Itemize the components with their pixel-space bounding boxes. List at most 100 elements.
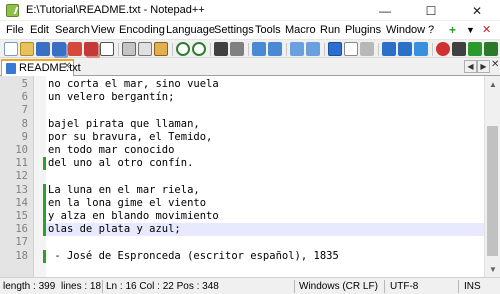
copy-icon[interactable] [138, 42, 152, 56]
toolbar-separator [118, 43, 119, 56]
paste-icon[interactable] [154, 42, 168, 56]
stop-recording-icon[interactable] [452, 42, 466, 56]
vertical-scrollbar[interactable]: ▲ ▼ [484, 76, 500, 277]
editor-line[interactable]: 8 bajel pirata que llaman, [0, 118, 500, 131]
status-separator [384, 280, 385, 293]
scrollbar-thumb[interactable] [487, 126, 498, 256]
line-number: 6 [21, 91, 28, 104]
new-tab-plus-icon[interactable]: + [449, 23, 456, 37]
menu-encoding[interactable]: Encoding [119, 24, 165, 36]
scroll-down-arrow[interactable]: ▼ [485, 261, 500, 277]
redo-icon[interactable] [192, 42, 206, 56]
editor-line[interactable]: 5 no corta el mar, sino vuela [0, 78, 500, 91]
cut-icon[interactable] [122, 42, 136, 56]
scroll-up-arrow[interactable]: ▲ [485, 76, 500, 92]
save-all-icon[interactable] [52, 42, 66, 56]
show-all-characters-icon[interactable] [344, 42, 358, 56]
change-history-marker [43, 210, 46, 223]
line-text[interactable]: - José de Espronceda (escritor español),… [48, 250, 338, 263]
line-number: 17 [15, 236, 28, 249]
word-wrap-icon[interactable] [328, 42, 342, 56]
close-button[interactable]: ✕ [454, 0, 500, 21]
print-icon[interactable] [100, 42, 114, 56]
status-lines: lines : 18 [61, 281, 102, 292]
status-length: length : 399 [3, 281, 56, 292]
tab-scroll-right-button[interactable]: ▶ [477, 60, 490, 73]
replace-icon[interactable] [230, 42, 244, 56]
menu-settings[interactable]: Settings [214, 24, 254, 36]
line-number: 12 [15, 170, 28, 183]
run-macro-multiple-icon[interactable] [484, 42, 498, 56]
editor-line[interactable]: 14 en la lona gime el viento [0, 196, 500, 210]
line-text[interactable]: olas de plata y azul; [48, 223, 181, 236]
menu-view[interactable]: View [91, 24, 115, 36]
close-all-icon[interactable] [84, 42, 98, 56]
editor-line[interactable]: 17 [0, 236, 500, 249]
toolbar-separator [286, 43, 287, 56]
change-history-marker [43, 157, 46, 171]
menu-search[interactable]: Search [55, 24, 90, 36]
editor-line[interactable]: 13 La luna en el mar riela, [0, 183, 500, 197]
tab-scroll-left-button[interactable]: ◀ [464, 60, 477, 73]
menu-tools[interactable]: Tools [255, 24, 281, 36]
line-text[interactable]: La luna en el mar riela, [48, 184, 200, 197]
line-text[interactable]: no corta el mar, sino vuela [48, 78, 219, 91]
menu-language[interactable]: Language [166, 24, 215, 36]
menu-window[interactable]: Window [386, 24, 425, 36]
line-text[interactable]: del uno al otro confín. [48, 157, 193, 170]
document-map-icon[interactable] [382, 42, 396, 56]
menu-bar: File Edit Search View Encoding Language … [0, 21, 500, 39]
toolbar-separator [210, 43, 211, 56]
menu-plugins[interactable]: Plugins [345, 24, 381, 36]
folder-as-workspace-icon[interactable] [414, 42, 428, 56]
tab-list-dropdown-icon[interactable]: ▼ [466, 25, 475, 35]
menu-file[interactable]: File [6, 24, 24, 36]
editor-line[interactable]: 15 y alza en blando movimiento [0, 210, 500, 223]
menu-edit[interactable]: Edit [30, 24, 49, 36]
line-text[interactable]: en la lona gime el viento [48, 197, 206, 210]
undo-icon[interactable] [176, 42, 190, 56]
open-file-icon[interactable] [20, 42, 34, 56]
tab-readme[interactable]: README.txt ✕ [1, 59, 81, 77]
minimize-button[interactable]: — [362, 0, 408, 21]
line-text[interactable]: un velero bergantín; [48, 91, 174, 104]
save-icon[interactable] [36, 42, 50, 56]
notepad-plus-plus-icon [6, 4, 19, 17]
editor-line[interactable]: 18 - José de Espronceda (escritor españo… [0, 249, 500, 263]
line-text[interactable]: y alza en blando movimiento [48, 210, 219, 223]
line-text[interactable]: en todo mar conocido [48, 144, 174, 157]
editor-line[interactable]: 16 olas de plata y azul; [0, 223, 500, 237]
indent-guide-icon[interactable] [360, 42, 374, 56]
toolbar-separator [378, 43, 379, 56]
tab-close-icon[interactable]: ✕ [63, 61, 71, 72]
close-file-icon[interactable] [68, 42, 82, 56]
zoom-out-icon[interactable] [268, 42, 282, 56]
sync-horizontal-icon[interactable] [306, 42, 320, 56]
close-tab-icon[interactable]: ✕ [491, 59, 499, 70]
line-number: 18 [15, 249, 28, 262]
close-document-icon[interactable]: ✕ [482, 23, 491, 36]
line-number: 14 [15, 196, 28, 209]
toolbar-separator [172, 43, 173, 56]
maximize-button[interactable]: ☐ [408, 0, 454, 21]
menu-macro[interactable]: Macro [285, 24, 316, 36]
editor-line[interactable]: 9 por su bravura, el Temido, [0, 131, 500, 144]
menu-help[interactable]: ? [428, 24, 434, 36]
editor-line[interactable]: 12 [0, 170, 500, 183]
record-macro-icon[interactable] [436, 42, 450, 56]
find-icon[interactable] [214, 42, 228, 56]
editor-line[interactable]: 7 [0, 104, 500, 117]
menu-run[interactable]: Run [320, 24, 340, 36]
editor[interactable]: 5 no corta el mar, sino vuela 6 un velero b… [0, 76, 500, 277]
playback-macro-icon[interactable] [468, 42, 482, 56]
new-file-icon[interactable] [4, 42, 18, 56]
function-list-icon[interactable] [398, 42, 412, 56]
editor-line[interactable]: 10 en todo mar conocido [0, 144, 500, 157]
editor-line[interactable]: 11 del uno al otro confín. [0, 157, 500, 171]
editor-line[interactable]: 6 un velero bergantín; [0, 91, 500, 104]
zoom-in-icon[interactable] [252, 42, 266, 56]
sync-vertical-icon[interactable] [290, 42, 304, 56]
line-number: 9 [21, 130, 28, 143]
line-text[interactable]: bajel pirata que llaman, [48, 118, 200, 131]
line-text[interactable]: por su bravura, el Temido, [48, 131, 212, 144]
